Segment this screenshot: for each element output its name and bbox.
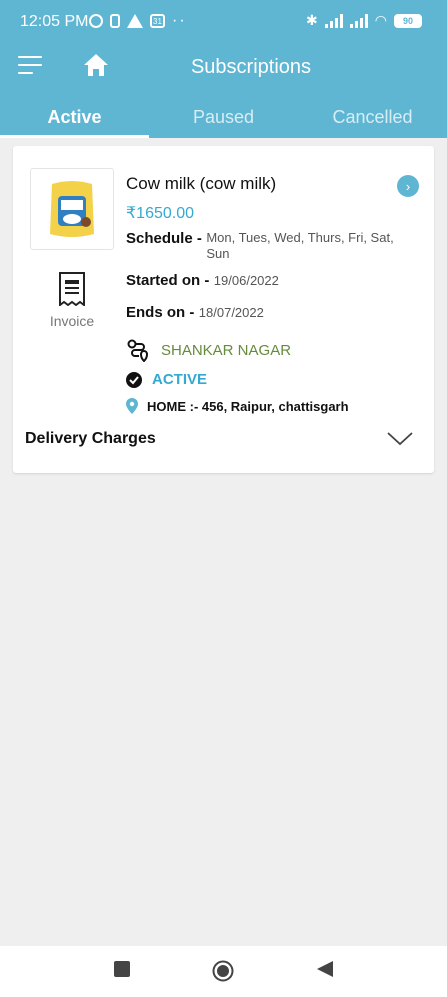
product-price: ₹1650.00	[126, 205, 195, 222]
schedule-value: Mon, Tues, Wed, Thurs, Fri, Sat, Sun	[206, 230, 394, 261]
invoice-icon	[59, 272, 85, 307]
back-icon[interactable]	[316, 960, 334, 978]
chevron-down-icon[interactable]	[387, 432, 413, 446]
delivery-charges-label: Delivery Charges	[25, 430, 156, 447]
check-circle-icon	[126, 371, 142, 388]
started-value: 19/06/2022	[213, 273, 279, 288]
more-notifications-icon: ··	[172, 12, 187, 29]
product-name: Cow milk (cow milk)	[126, 174, 277, 193]
area-row: SHANKAR NAGAR	[126, 338, 291, 362]
ends-row: Ends on - 18/07/2022	[126, 304, 264, 322]
schedule-row: Schedule - Mon, Tues, Wed, Thurs, Fri, S…	[126, 230, 416, 262]
signal-icon	[324, 13, 343, 28]
invoice-label: Invoice	[49, 313, 95, 329]
status-badge: ACTIVE	[152, 371, 208, 388]
warning-icon	[127, 14, 143, 28]
system-nav-bar	[0, 946, 447, 997]
signal-icon-2	[349, 13, 368, 28]
location-pin-icon	[126, 398, 138, 414]
status-bar: 12:05 PM 31 ·· ✱ ◠ 90	[0, 0, 447, 44]
address-text: HOME :- 456, Raipur, chattisgarh	[147, 398, 349, 414]
address-row: HOME :- 456, Raipur, chattisgarh	[126, 398, 349, 414]
ends-value: 18/07/2022	[198, 305, 264, 320]
tab-bar: Active Paused Cancelled	[0, 96, 447, 138]
recents-icon[interactable]	[113, 960, 131, 978]
status-left-icons: 31 ··	[89, 12, 187, 30]
tab-active[interactable]: Active	[0, 96, 149, 138]
sim-icon	[110, 14, 120, 28]
calendar-icon: 31	[150, 14, 165, 28]
schedule-label: Schedule -	[126, 230, 202, 247]
product-image[interactable]	[30, 168, 114, 250]
top-bar: 12:05 PM 31 ·· ✱ ◠ 90 Subscriptions Acti…	[0, 0, 447, 138]
battery-icon: 90	[394, 13, 422, 28]
started-row: Started on - 19/06/2022	[126, 272, 279, 290]
wifi-icon: ◠	[374, 12, 387, 28]
status-time: 12:05 PM	[20, 13, 89, 30]
area-name: SHANKAR NAGAR	[161, 341, 292, 359]
route-icon	[127, 339, 148, 362]
status-right-icons: ✱ ◠ 90	[306, 12, 422, 29]
alarm-icon	[89, 14, 103, 28]
bluetooth-icon: ✱	[306, 12, 318, 28]
app-bar: Subscriptions	[0, 44, 447, 94]
subscription-card: Invoice Cow milk (cow milk) ₹1650.00 Sch…	[13, 146, 434, 473]
tab-cancelled[interactable]: Cancelled	[298, 96, 447, 138]
started-label: Started on -	[126, 272, 210, 289]
invoice-button[interactable]: Invoice	[40, 272, 104, 336]
status-row: ACTIVE	[126, 371, 207, 388]
page-title: Subscriptions	[190, 56, 312, 78]
delivery-charges-toggle[interactable]: Delivery Charges	[25, 430, 425, 454]
ends-label: Ends on -	[126, 304, 195, 321]
tab-paused[interactable]: Paused	[149, 96, 298, 138]
chevron-right-icon[interactable]: ›	[397, 175, 419, 197]
home-nav-icon[interactable]	[212, 960, 234, 982]
